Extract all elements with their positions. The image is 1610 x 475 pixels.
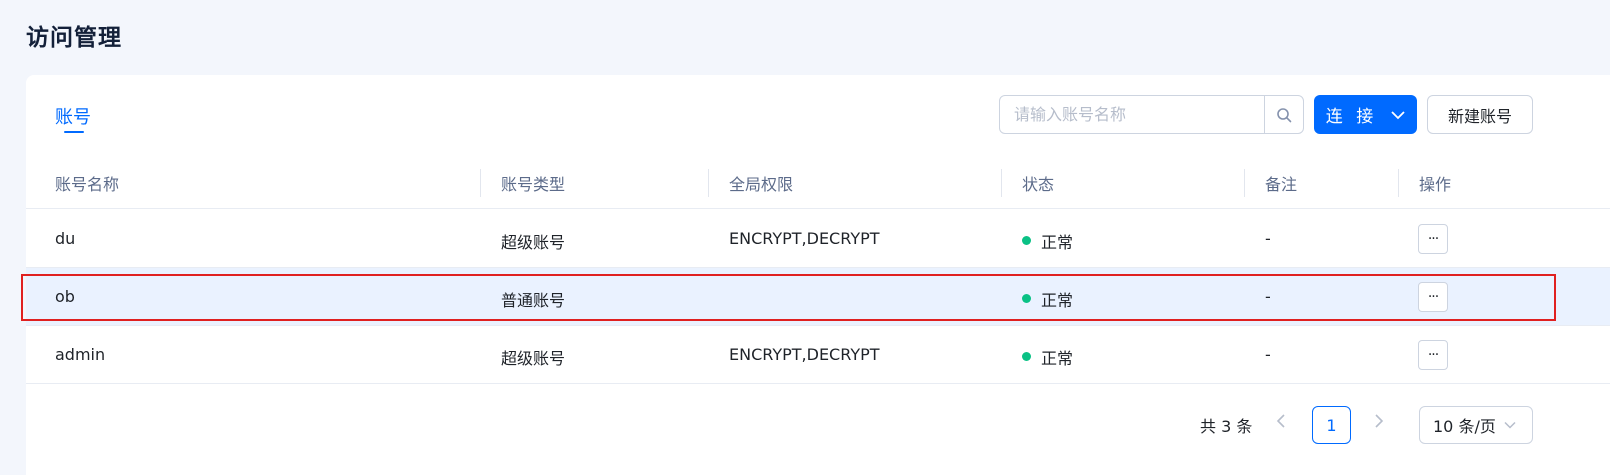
privileges-cell: ENCRYPT,DECRYPT [729, 229, 880, 248]
column-header-type: 账号类型 [501, 175, 566, 194]
pagination-prev-button[interactable] [1276, 412, 1286, 433]
table-header: 账号名称 账号类型 全局权限 状态 备注 操作 [26, 159, 1610, 209]
status-cell: 正常 [1041, 291, 1074, 310]
page-size-select[interactable]: 10 条/页 [1419, 406, 1533, 444]
column-header-name: 账号名称 [55, 175, 120, 194]
tab-active-indicator [64, 131, 84, 133]
column-header-status: 状态 [1022, 175, 1055, 194]
remark-cell: - [1265, 345, 1271, 364]
page-title: 访问管理 [26, 25, 122, 51]
column-header-actions: 操作 [1419, 175, 1452, 194]
table-row[interactable]: admin 超级账号 ENCRYPT,DECRYPT 正常 - ··· [26, 326, 1610, 384]
new-account-button[interactable]: 新建账号 [1427, 95, 1533, 134]
status-dot-icon [1022, 352, 1031, 361]
account-name-cell: admin [55, 345, 106, 364]
page-size-label: 10 条/页 [1433, 417, 1496, 436]
accounts-card: 账号 连 接 新建账号 账号名称 账号类型 全局权限 状态 备注 操作 du 超… [26, 75, 1610, 475]
pagination-page-1[interactable]: 1 [1312, 406, 1351, 444]
search-button[interactable] [1265, 96, 1303, 133]
more-actions-button[interactable]: ··· [1418, 340, 1448, 370]
pagination-next-button[interactable] [1374, 412, 1384, 433]
account-type-cell: 普通账号 [501, 291, 566, 310]
column-divider [1244, 169, 1245, 197]
column-divider [1398, 169, 1399, 197]
account-name-cell: ob [55, 287, 75, 306]
column-divider [1001, 169, 1002, 197]
column-divider [708, 169, 709, 197]
connect-button[interactable]: 连 接 [1314, 95, 1417, 134]
status-cell: 正常 [1041, 349, 1074, 368]
remark-cell: - [1265, 287, 1271, 306]
status-cell: 正常 [1041, 233, 1074, 252]
privileges-cell: ENCRYPT,DECRYPT [729, 345, 880, 364]
connect-button-label: 连 接 [1325, 107, 1378, 127]
remark-cell: - [1265, 229, 1271, 248]
search-input[interactable] [1000, 96, 1265, 133]
search-icon [1277, 107, 1292, 122]
column-header-privileges: 全局权限 [729, 175, 794, 194]
chevron-left-icon [1276, 414, 1285, 428]
status-dot-icon [1022, 294, 1031, 303]
chevron-down-icon [1391, 110, 1405, 119]
more-actions-button[interactable]: ··· [1418, 282, 1448, 312]
chevron-down-icon [1504, 421, 1516, 429]
table-row[interactable]: ob 普通账号 正常 - ··· [26, 268, 1610, 326]
account-type-cell: 超级账号 [501, 233, 566, 252]
more-actions-button[interactable]: ··· [1418, 224, 1448, 254]
status-dot-icon [1022, 236, 1031, 245]
account-type-cell: 超级账号 [501, 349, 566, 368]
pagination-total: 共 3 条 [1200, 417, 1253, 436]
search-box [999, 95, 1304, 134]
table-row[interactable]: du 超级账号 ENCRYPT,DECRYPT 正常 - ··· [26, 210, 1610, 268]
chevron-right-icon [1375, 414, 1384, 428]
column-divider [480, 169, 481, 197]
tab-accounts[interactable]: 账号 [55, 103, 91, 129]
account-name-cell: du [55, 229, 76, 248]
column-header-remark: 备注 [1265, 175, 1298, 194]
